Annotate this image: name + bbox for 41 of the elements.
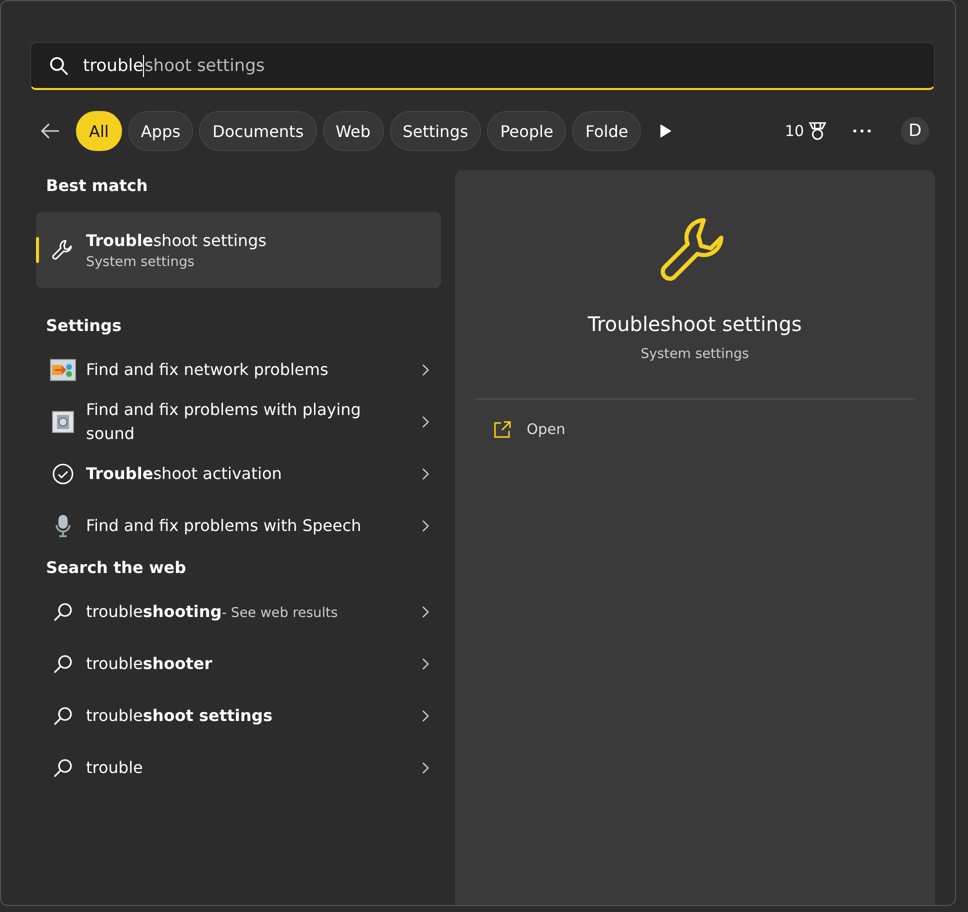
filter-tab[interactable]: Documents [199,111,317,151]
chevron-right-icon [422,762,429,774]
filter-tab[interactable]: People [487,111,566,151]
web-search-item[interactable]: troubleshooting- See web results [36,586,441,638]
chevron-right-icon [422,364,429,376]
filter-tab[interactable]: Apps [128,111,194,151]
more-options-icon[interactable] [853,129,871,133]
filter-tab[interactable]: Folde [572,111,642,151]
settings-result-item[interactable]: Find and fix network problems [36,344,441,396]
chevron-right-icon [422,658,429,670]
open-action[interactable]: Open [486,420,572,440]
chevron-right-icon [422,520,429,532]
web-search-item[interactable]: troubleshoot settings [36,690,441,742]
filter-tab[interactable]: All [76,111,122,151]
rewards-count: 10 [784,122,804,140]
section-heading: Settings [45,315,123,337]
speaker-troubleshooter-icon [50,411,76,433]
section-heading: Search the web [45,557,188,579]
preview-title: Troubleshoot settings [588,312,802,336]
external-link-icon [492,421,511,439]
settings-result-item[interactable]: Troubleshoot activation [36,448,441,500]
chevron-right-icon [422,606,429,618]
network-troubleshooter-icon [50,359,76,381]
account-avatar[interactable]: D [901,117,929,145]
search-icon [49,56,69,76]
chevron-right-icon [422,416,429,428]
chevron-right-icon [422,710,429,722]
filter-tab[interactable]: Settings [390,111,482,151]
settings-result-item[interactable]: Find and fix problems with playing sound [36,396,441,448]
filter-tab[interactable]: Web [322,111,384,151]
best-match-item[interactable]: Troubleshoot settings System settings [36,212,441,288]
preview-subtitle: System settings [640,346,750,362]
web-search-item[interactable]: trouble [36,742,441,794]
chevron-right-icon [422,468,429,480]
scroll-right-icon[interactable] [659,123,672,139]
check-circle-icon [50,463,76,485]
web-search-item[interactable]: troubleshooter [36,638,441,690]
section-heading: Best match [45,175,149,197]
medal-icon[interactable] [808,120,827,142]
search-field[interactable]: troubleshoot settings [30,42,935,90]
settings-result-item[interactable]: Find and fix problems with Speech [36,500,441,552]
